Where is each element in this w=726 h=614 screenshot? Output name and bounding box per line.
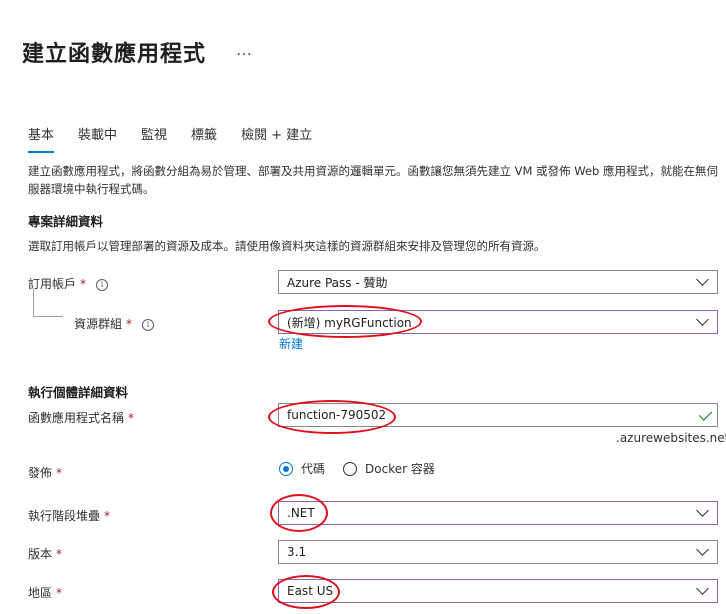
publish-docker-radio[interactable] [343, 461, 358, 476]
instance-details-heading: 執行個體詳細資料 [28, 385, 129, 400]
page-description: 建立函數應用程式，將函數分組為易於管理、部署及共用資源的邏輯單元。函數讓您無須先… [28, 164, 718, 196]
tree-connector-horizontal [33, 316, 63, 317]
tab-tags[interactable]: 標籤 [191, 124, 217, 153]
version-label: 版本 * [28, 545, 62, 562]
chevron-down-icon [696, 313, 709, 326]
runtime-stack-dropdown[interactable]: .NET [278, 501, 718, 525]
subscription-value: Azure Pass - 贊助 [287, 275, 388, 290]
chevron-down-icon [696, 504, 709, 517]
chevron-down-icon [696, 582, 709, 595]
publish-code-radio[interactable] [279, 461, 293, 476]
function-app-name-value: function-790502 [287, 408, 387, 422]
required-marker: * [104, 509, 111, 523]
publish-label-text: 發佈 [28, 466, 53, 480]
subscription-label: 訂用帳戶 * i [28, 275, 109, 292]
project-details-subtext: 選取訂用帳戶以管理部署的資源及成本。請使用像資料夾這樣的資源群組來安排及管理您的… [28, 239, 546, 253]
runtime-stack-label-text: 執行階段堆疊 [28, 509, 101, 523]
tab-hosting[interactable]: 裝載中 [78, 124, 117, 153]
required-marker: * [128, 411, 135, 425]
page-title: 建立函數應用程式 [22, 42, 207, 67]
resource-group-label: 資源群組 * i [74, 315, 155, 332]
region-label: 地區 * [28, 584, 62, 601]
resource-group-dropdown[interactable]: (新增) myRGFunction [278, 310, 718, 334]
resource-group-value: (新增) myRGFunction [287, 315, 412, 330]
required-marker: * [80, 277, 87, 291]
subscription-dropdown[interactable]: Azure Pass - 贊助 [278, 270, 718, 294]
version-label-text: 版本 [28, 547, 53, 561]
info-icon[interactable]: i [142, 318, 155, 331]
domain-suffix: .azurewebsites.net [616, 431, 726, 445]
tab-review-create[interactable]: 檢閱 + 建立 [241, 124, 312, 153]
runtime-stack-label: 執行階段堆疊 * [28, 507, 110, 524]
region-value: East US [287, 584, 334, 598]
tab-bar: 基本 裝載中 監視 標籤 檢閱 + 建立 [28, 124, 336, 153]
region-dropdown[interactable]: East US [278, 579, 718, 603]
region-label-text: 地區 [28, 586, 53, 600]
version-value: 3.1 [287, 545, 307, 559]
resource-group-label-text: 資源群組 [74, 317, 123, 331]
required-marker: * [126, 317, 133, 331]
publish-label: 發佈 * [28, 464, 62, 481]
required-marker: * [56, 466, 63, 480]
required-marker: * [56, 586, 63, 600]
tab-monitoring[interactable]: 監視 [141, 124, 167, 153]
function-app-name-label: 函數應用程式名稱 * [28, 409, 134, 426]
function-app-name-label-text: 函數應用程式名稱 [28, 411, 125, 425]
checkmark-icon [698, 407, 713, 421]
required-marker: * [56, 547, 63, 561]
chevron-down-icon [696, 543, 709, 556]
create-new-resource-group-link[interactable]: 新建 [279, 335, 303, 352]
publish-docker-label: Docker 容器 [365, 462, 435, 476]
runtime-stack-value: .NET [287, 506, 315, 520]
publish-radio-group: 代碼 Docker 容器 [279, 460, 435, 477]
project-details-heading: 專案詳細資料 [28, 214, 104, 229]
publish-code-label: 代碼 [301, 462, 326, 476]
tree-connector-vertical [33, 289, 34, 316]
chevron-down-icon [696, 273, 709, 286]
subscription-label-text: 訂用帳戶 [28, 277, 77, 291]
version-dropdown[interactable]: 3.1 [278, 540, 718, 564]
tab-basics[interactable]: 基本 [28, 124, 55, 153]
function-app-name-input[interactable]: function-790502 [278, 403, 718, 427]
more-options-button[interactable]: … [236, 40, 252, 59]
info-icon[interactable]: i [96, 278, 109, 291]
